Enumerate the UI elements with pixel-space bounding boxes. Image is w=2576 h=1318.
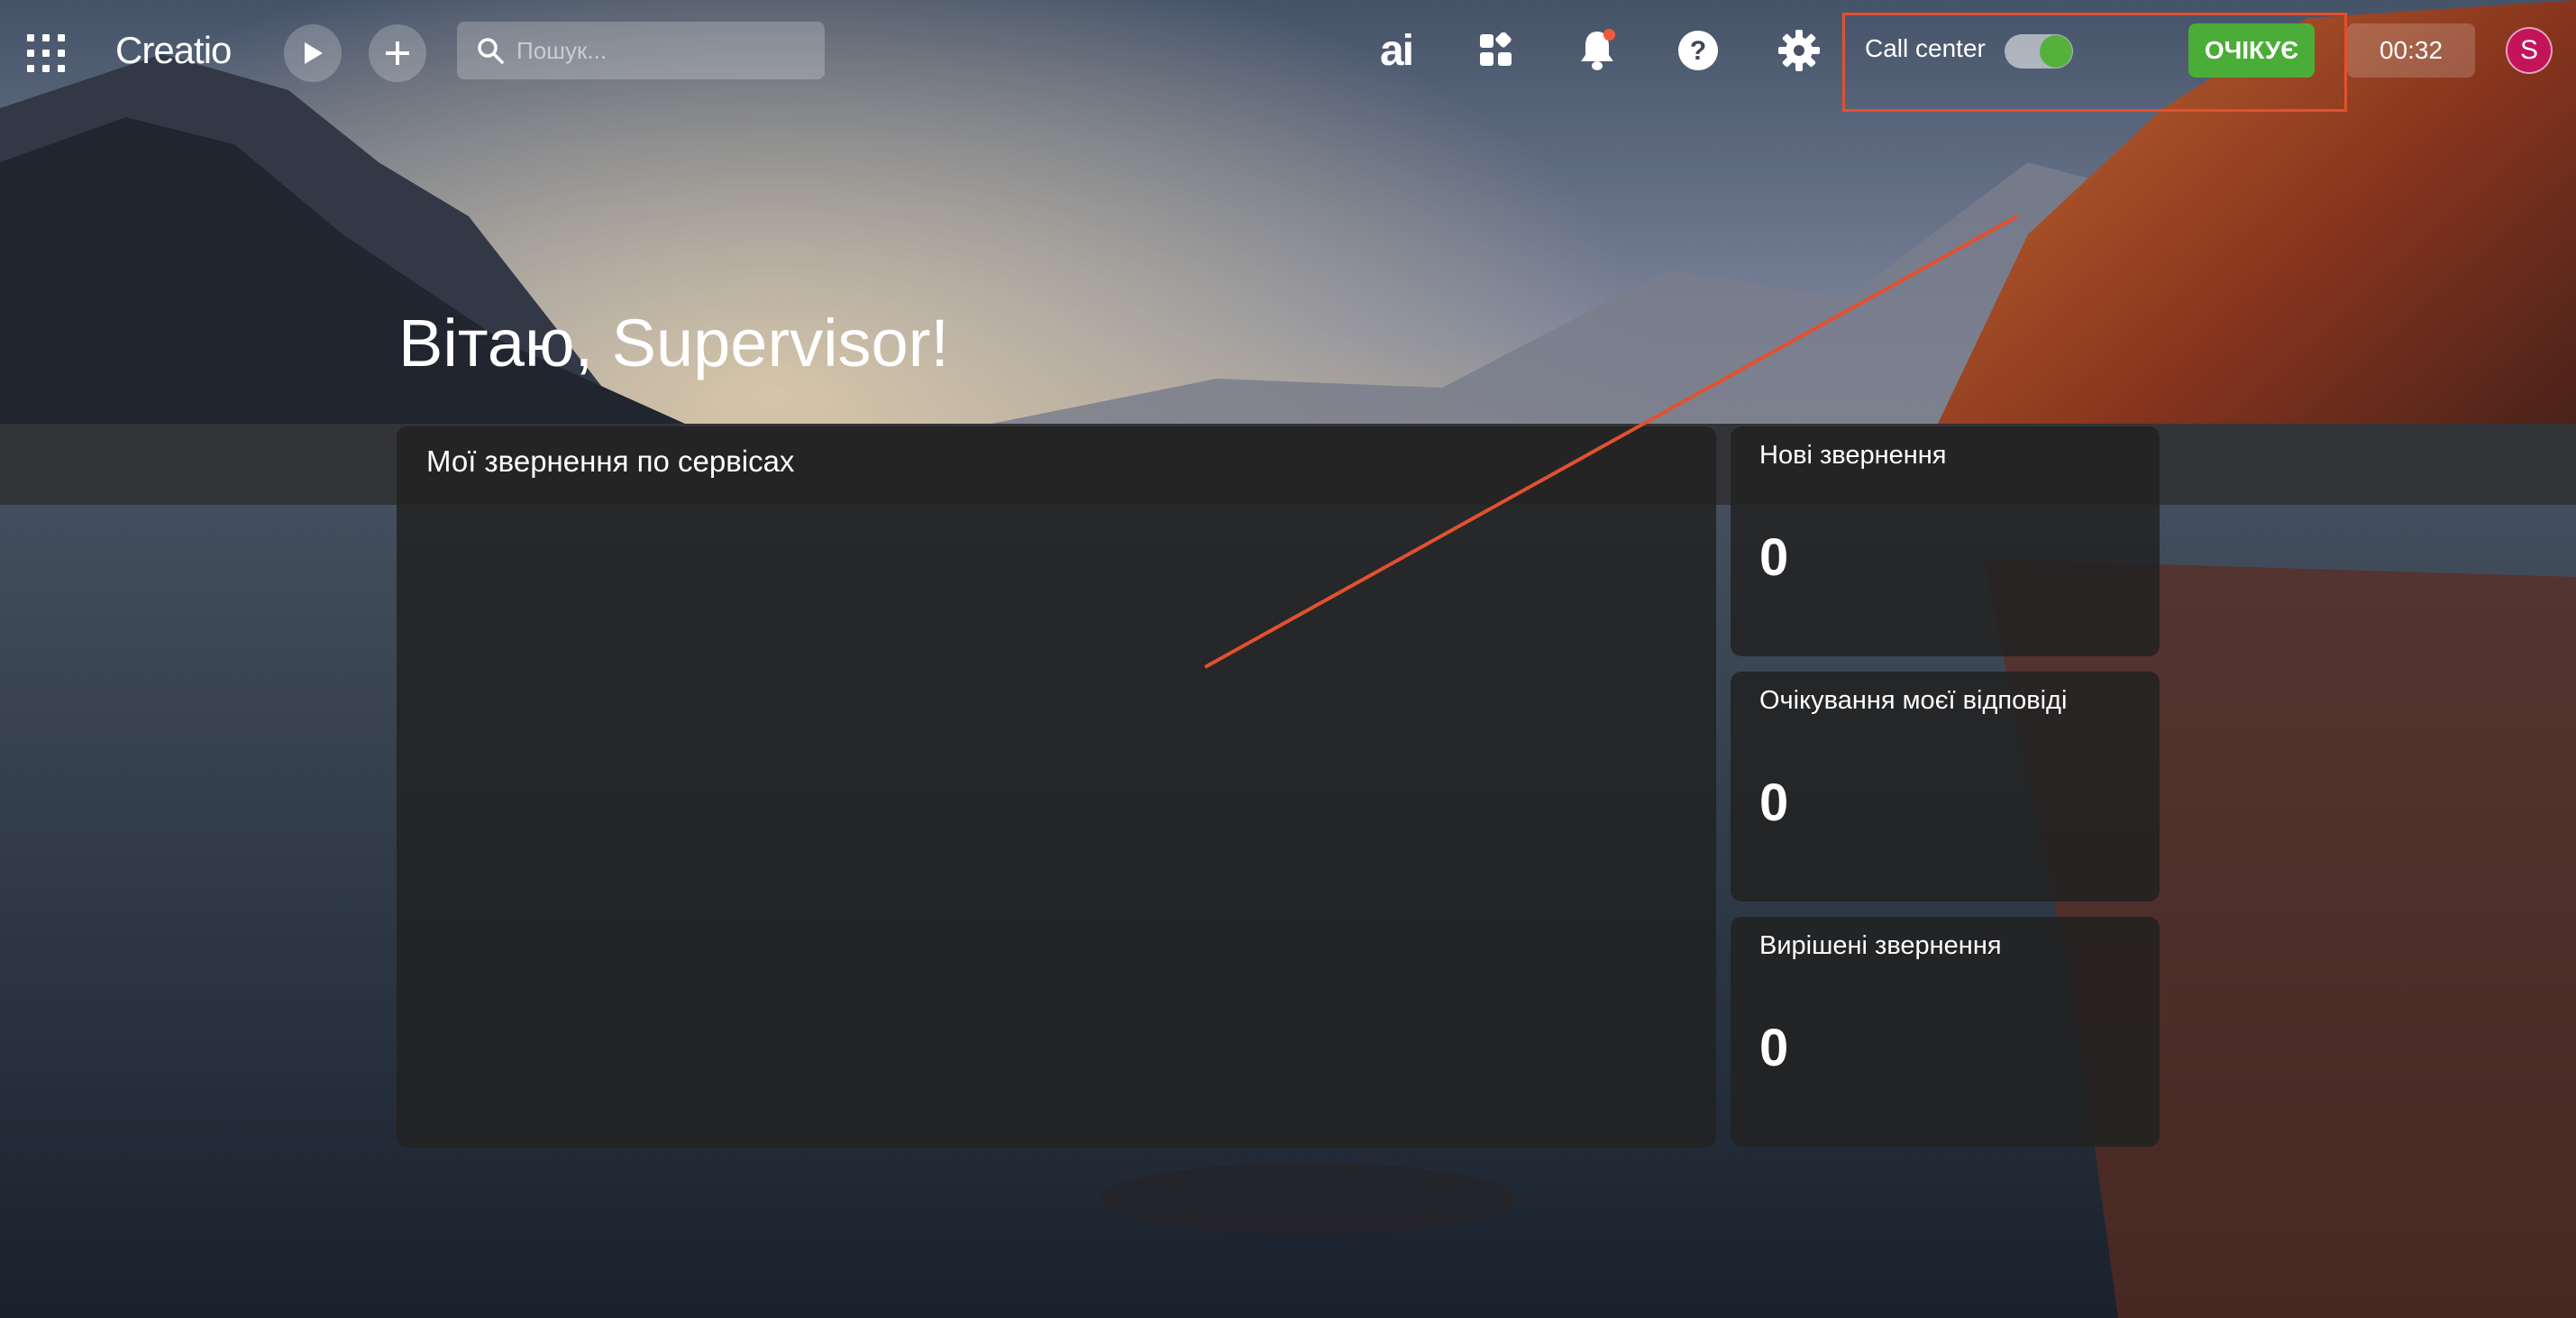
resolved-requests-card[interactable]: Вирішені звернення 0 <box>1731 917 2160 1147</box>
call-timer: 00:32 <box>2347 23 2475 78</box>
run-process-button[interactable] <box>284 24 342 82</box>
new-requests-card[interactable]: Нові звернення 0 <box>1731 426 2160 656</box>
svg-text:?: ? <box>1690 36 1706 66</box>
help-button[interactable]: ? <box>1671 23 1725 78</box>
add-button[interactable] <box>369 24 426 82</box>
gear-icon <box>1778 30 1820 71</box>
ai-icon: ai <box>1379 26 1414 75</box>
card-value: 0 <box>1759 528 1789 587</box>
page-title: Вітаю, Supervisor! <box>398 306 949 380</box>
settings-button[interactable] <box>1772 23 1826 78</box>
ai-assistant-button[interactable]: ai <box>1369 23 1423 78</box>
global-search[interactable] <box>457 22 825 79</box>
card-title: Вирішені звернення <box>1759 931 2002 960</box>
tiles-icon <box>1480 32 1512 66</box>
card-title: Очікування моєї відповіді <box>1759 686 2068 715</box>
search-input[interactable] <box>516 36 823 65</box>
play-icon <box>305 42 323 64</box>
notifications-button[interactable] <box>1570 23 1624 78</box>
search-icon <box>478 38 504 64</box>
services-requests-panel: Мої звернення по сервісах <box>397 426 1716 1148</box>
card-title: Нові звернення <box>1759 441 1947 470</box>
notification-badge <box>1603 29 1615 41</box>
apps-catalog-button[interactable] <box>1469 23 1523 78</box>
awaiting-response-card[interactable]: Очікування моєї відповіді 0 <box>1731 672 2160 902</box>
plus-icon <box>386 41 409 65</box>
apps-menu-icon[interactable] <box>27 34 65 72</box>
top-bar: Creatio ai ? <box>0 0 2576 112</box>
call-center-toggle[interactable] <box>2005 34 2073 69</box>
call-center-label: Call center <box>1865 34 1986 62</box>
services-panel-title: Мої звернення по сервісах <box>426 444 795 478</box>
question-icon: ? <box>1678 31 1718 70</box>
card-value: 0 <box>1759 773 1789 832</box>
creatio-logo[interactable]: Creatio <box>115 29 232 72</box>
toggle-knob <box>2040 35 2072 68</box>
user-avatar[interactable]: S <box>2506 27 2553 74</box>
card-value: 0 <box>1759 1019 1789 1077</box>
agent-status-button[interactable]: ОЧІКУЄ <box>2188 23 2315 78</box>
